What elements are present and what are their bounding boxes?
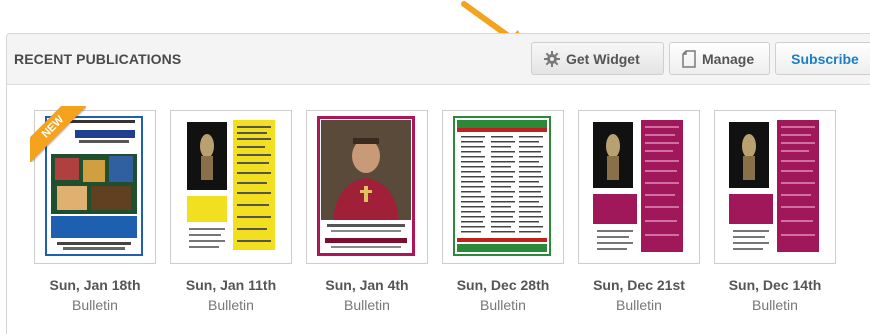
magenta-bulletin-cover xyxy=(589,116,687,256)
get-widget-label: Get Widget xyxy=(566,50,640,67)
publication-thumbnail[interactable] xyxy=(170,110,292,264)
new-badge: NEW xyxy=(30,106,86,162)
subscribe-label: Subscribe xyxy=(791,50,859,67)
gear-icon xyxy=(544,50,560,67)
panel-header: RECENT PUBLICATIONS Get Widget Manage Su… xyxy=(7,34,870,85)
document-icon xyxy=(682,49,696,68)
publication-thumbnail[interactable] xyxy=(578,110,700,264)
manage-button[interactable]: Manage xyxy=(669,42,770,75)
publication-date: Sun, Dec 14th xyxy=(728,277,822,293)
publication-thumbnail[interactable] xyxy=(442,110,564,264)
manage-label: Manage xyxy=(702,50,755,67)
panel-title: RECENT PUBLICATIONS xyxy=(14,51,182,67)
green-text-cover xyxy=(453,116,551,256)
publication-thumbnail[interactable] xyxy=(306,110,428,264)
subscribe-button[interactable]: Subscribe xyxy=(775,42,870,75)
magenta-bulletin-cover xyxy=(725,116,823,256)
bishop-portrait-cover xyxy=(317,116,415,256)
publication-type: Bulletin xyxy=(752,297,798,313)
publication-thumbnail[interactable] xyxy=(714,110,836,264)
yellow-bulletin-cover xyxy=(181,116,279,256)
get-widget-button[interactable]: Get Widget xyxy=(531,42,664,75)
